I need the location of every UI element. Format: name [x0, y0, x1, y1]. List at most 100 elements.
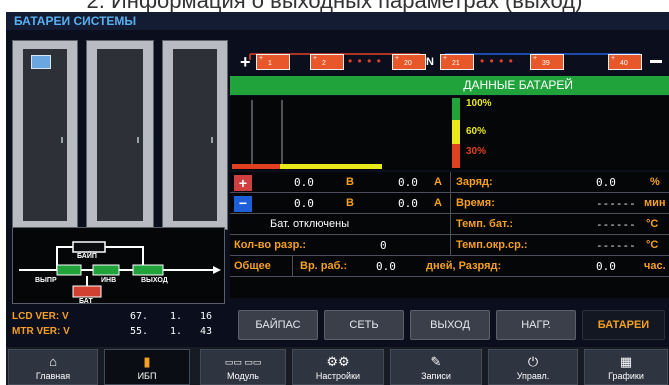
cabinet-handle	[61, 137, 63, 143]
diagram-input-label: ВЫПР	[35, 277, 57, 284]
positive-string-icon: +	[234, 175, 252, 191]
battery-status-text: Бат. отключены	[270, 218, 350, 230]
env-temp-label: Темп.окр.ср.:	[456, 239, 528, 251]
nav-control-label: Управл.	[516, 371, 550, 381]
lcd-version-row: LCD VER: V 67. 1. 16	[10, 310, 230, 324]
battery-cell: +21	[440, 54, 474, 70]
tab-output[interactable]: ВЫХОД	[410, 310, 490, 340]
cabinet-panel	[173, 49, 217, 221]
ups-cabinets-illustration	[12, 40, 228, 230]
ups-screen: БАТАРЕИ СИСТЕМЫ БАЙП ВЫПР ИНВ ВЫХОД БАТ …	[6, 12, 669, 385]
nav-home[interactable]: ⌂ Главная	[8, 349, 98, 385]
module-icon: ▭▭ ▭▭	[224, 357, 262, 367]
battery-data-title: ДАННЫЕ БАТАРЕЙ	[230, 76, 669, 95]
neutral-label: N	[426, 56, 434, 68]
page-caption: 2. Информация о выходных параметрах (вых…	[86, 0, 583, 13]
discharge-count-value: 0	[380, 239, 387, 252]
battery-cell: +2	[310, 54, 344, 70]
pos-current-unit: А	[434, 176, 442, 188]
version-info: LCD VER: V 67. 1. 16 MTR VER: V 55. 1. 4…	[10, 310, 230, 342]
table-row-positive: + 0.0 В 0.0 А Заряд: 0.0 %	[230, 172, 669, 193]
lcd-version-minor: 1.	[170, 311, 183, 322]
nav-records[interactable]: ✎ Записи	[390, 349, 482, 385]
charge-value: 0.0	[596, 176, 616, 189]
battery-temp-unit: °С	[646, 218, 659, 230]
tab-load[interactable]: НАГР.	[496, 310, 576, 340]
negative-string-icon: −	[234, 196, 252, 212]
nav-charts-label: Графики	[608, 371, 644, 381]
nav-module[interactable]: ▭▭ ▭▭ Модуль	[200, 349, 286, 385]
runtime-label: Вр. раб.:	[300, 260, 348, 272]
gears-icon: ⚙⚙	[326, 354, 350, 369]
cells-ellipsis: • • • •	[348, 54, 382, 68]
diagram-battery-label: БАТ	[79, 298, 93, 305]
nav-home-label: Главная	[35, 371, 71, 381]
neg-current-value: 0.0	[398, 197, 418, 210]
cells-ellipsis: • • • •	[480, 54, 514, 68]
battery-temp-value: ------	[596, 218, 636, 231]
lcd-version-major: 67.	[130, 311, 149, 322]
mtr-version-minor: 1.	[170, 326, 183, 337]
charge-unit: %	[650, 176, 660, 188]
tab-bypass[interactable]: БАЙПАС	[238, 310, 318, 340]
cabinet-handle	[211, 137, 213, 143]
battery-level-graphic	[232, 98, 460, 169]
mtr-version-label: MTR VER: V	[12, 326, 70, 337]
pos-voltage-value: 0.0	[294, 176, 314, 189]
nav-settings-label: Настройки	[315, 371, 361, 381]
diagram-output-label: ВЫХОД	[141, 277, 168, 284]
level-30-label: 30%	[466, 146, 487, 157]
cabinet-panel	[23, 49, 67, 221]
discharge-hours-value: 0.0	[596, 260, 616, 273]
power-icon: ⏻	[527, 354, 539, 369]
tab-batteries[interactable]: БАТАРЕИ	[582, 310, 665, 340]
nav-ups[interactable]: ▮ ИБП	[104, 349, 190, 385]
neg-current-unit: А	[434, 197, 442, 209]
home-icon: ⌂	[49, 354, 57, 369]
cabinet-1	[12, 40, 78, 230]
table-row-negative: − 0.0 В 0.0 А Время: ------ мин	[230, 193, 669, 214]
battery-cell: +20	[392, 54, 426, 70]
records-icon: ✎	[430, 354, 442, 369]
discharge-count-label: Кол-во разр.:	[234, 239, 307, 251]
battery-string: + +1 +2 • • • • +20 N +21 • • • • +39 +4…	[230, 48, 669, 74]
time-unit: мин	[644, 197, 666, 209]
diagram-bypass-label: БАЙП	[77, 253, 97, 260]
string-negative-icon	[650, 60, 662, 63]
cabinet-2	[86, 40, 154, 230]
time-label: Время:	[456, 197, 495, 209]
table-row-runtime: Общее Вр. раб.: 0.0 дней, Разряд: 0.0 ча…	[230, 256, 669, 277]
pos-current-value: 0.0	[398, 176, 418, 189]
tab-mains[interactable]: СЕТЬ	[324, 310, 404, 340]
level-60-label: 60%	[466, 126, 487, 137]
nav-records-label: Записи	[421, 371, 451, 381]
diagram-inverter-label: ИНВ	[101, 277, 117, 284]
total-label: Общее	[234, 260, 271, 272]
battery-cell: +39	[530, 54, 564, 70]
nav-control[interactable]: ⏻ Управл.	[488, 349, 578, 385]
cabinet-display	[31, 55, 51, 69]
bottom-navigation: ⌂ Главная ▮ ИБП ▭▭ ▭▭ Модуль ⚙⚙ Настройк…	[6, 347, 669, 385]
power-flow-diagram[interactable]: БАЙП ВЫПР ИНВ ВЫХОД БАТ	[12, 227, 225, 305]
nav-settings[interactable]: ⚙⚙ Настройки	[292, 349, 384, 385]
env-temp-value: ------	[596, 239, 636, 252]
nav-module-label: Модуль	[227, 371, 259, 381]
string-positive-icon: +	[240, 52, 251, 72]
mtr-version-major: 55.	[130, 326, 149, 337]
time-value: ------	[596, 197, 636, 210]
battery-cell: +1	[256, 54, 290, 70]
battery-temp-label: Темп. бат.:	[456, 218, 514, 230]
cabinet-handle	[137, 137, 139, 143]
nav-charts[interactable]: ▦ Графики	[584, 349, 668, 385]
cabinet-panel	[97, 49, 143, 221]
neg-voltage-unit: В	[346, 197, 354, 209]
table-row-status: Бат. отключены Темп. бат.: ------ °С	[230, 214, 669, 235]
battery-cell: +40	[608, 54, 642, 70]
table-row-discharge-count: Кол-во разр.: 0 Темп.окр.ср.: ------ °С	[230, 235, 669, 256]
lcd-version-build: 16	[200, 311, 213, 322]
mtr-version-build: 43	[200, 326, 213, 337]
level-100-label: 100%	[466, 98, 492, 109]
chart-icon: ▦	[619, 354, 633, 369]
neg-voltage-value: 0.0	[294, 197, 314, 210]
charge-label: Заряд:	[456, 176, 493, 188]
